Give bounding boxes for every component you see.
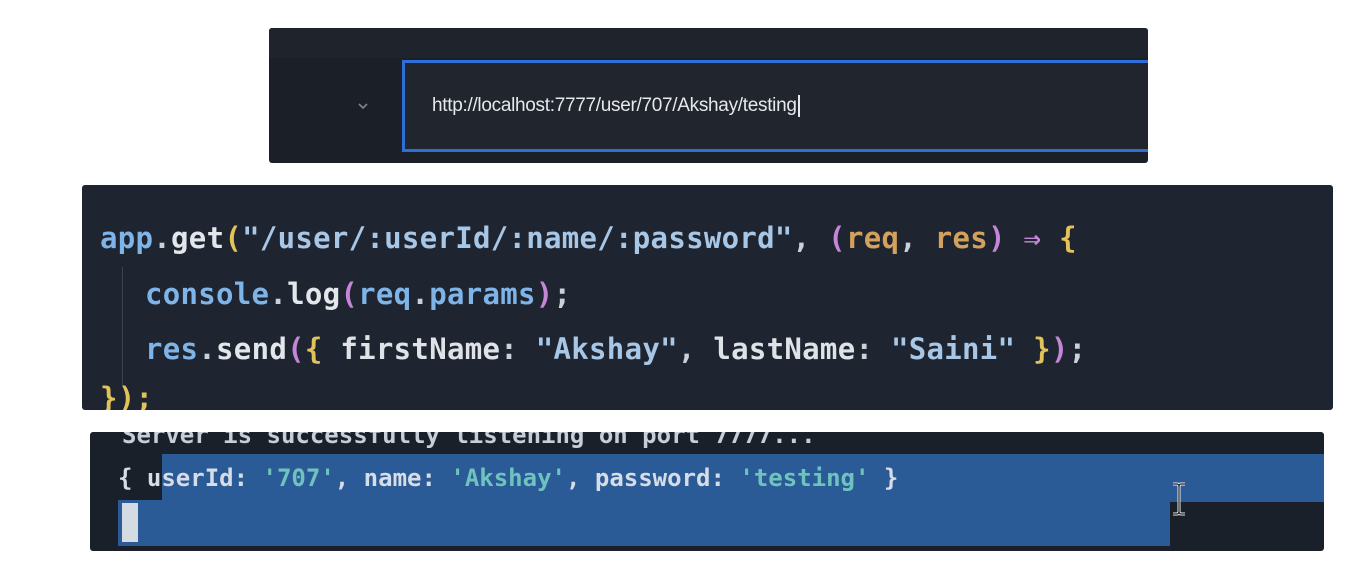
code-line-3: res.send({ firstName: "Akshay", lastName…	[145, 332, 1086, 366]
token-semicolon: ;	[1068, 332, 1087, 366]
token-key: firstName	[340, 332, 501, 366]
token-comma: ,	[677, 332, 714, 366]
token-obj: app	[100, 221, 154, 255]
token-string: "Saini"	[890, 332, 1016, 366]
code-line-2: console.log(req.params);	[145, 277, 571, 311]
token-string: '707'	[262, 464, 335, 492]
token-obj: req	[358, 277, 412, 311]
token-colon: :	[233, 464, 263, 492]
token-brace: }	[1015, 332, 1051, 366]
token-colon: :	[710, 464, 740, 492]
token-key: userId	[146, 464, 234, 492]
token-brace: }	[869, 464, 899, 492]
chevron-down-icon[interactable]	[355, 98, 371, 114]
token-paren: )	[535, 277, 554, 311]
text-cursor-icon	[1173, 482, 1185, 516]
code-line-1: app.get("/user/:userId/:name/:password",…	[100, 221, 1077, 255]
request-url-panel: http://localhost:7777/user/707/Akshay/te…	[269, 28, 1148, 163]
token-dot: .	[269, 277, 288, 311]
token-brace: {	[304, 332, 341, 366]
token-brace: {	[1059, 221, 1077, 255]
token-comma: ,	[792, 221, 829, 255]
token-paren: (	[224, 221, 243, 255]
token-key: password	[594, 464, 711, 492]
token-dot: .	[198, 332, 217, 366]
code-line-4: });	[100, 381, 154, 410]
token-comma: ,	[565, 464, 595, 492]
text-selection	[118, 500, 1170, 546]
token-paren: (	[287, 332, 305, 366]
token-dot: .	[153, 221, 172, 255]
token-param-req: req	[845, 221, 900, 255]
text-caret	[797, 95, 800, 117]
token-colon: :	[421, 464, 451, 492]
token-string: "Akshay"	[535, 332, 678, 366]
token-comma: ,	[899, 221, 935, 255]
url-input[interactable]: http://localhost:7777/user/707/Akshay/te…	[402, 60, 1148, 152]
token-obj: res	[145, 332, 199, 366]
code-editor[interactable]: app.get("/user/:userId/:name/:password",…	[82, 185, 1333, 410]
token-arrow: ⇒	[1005, 221, 1060, 255]
token-prop: params	[429, 277, 536, 311]
token-string: 'testing'	[739, 464, 870, 492]
terminal-line-params: { userId: '707', name: 'Akshay', passwor…	[118, 464, 898, 492]
token-paren: (	[828, 221, 846, 255]
token-paren: (	[340, 277, 359, 311]
token-semicolon: ;	[553, 277, 572, 311]
token-param-res: res	[934, 221, 989, 255]
token-obj: console	[145, 277, 270, 311]
token-method: send	[216, 332, 288, 366]
token-key: name	[363, 464, 422, 492]
token-method: log	[287, 277, 341, 311]
url-text[interactable]: http://localhost:7777/user/707/Akshay/te…	[432, 95, 797, 117]
token-route-string: "/user/:userId/:name/:password"	[242, 221, 793, 255]
token-paren: )	[1050, 332, 1069, 366]
token-string: 'Akshay'	[450, 464, 566, 492]
terminal-line-server-log: Server is successfully listening on port…	[122, 432, 816, 449]
token-paren: )	[988, 221, 1006, 255]
token-colon: :	[500, 332, 536, 366]
terminal-block-cursor	[122, 503, 138, 542]
terminal-panel[interactable]: Server is successfully listening on port…	[90, 432, 1324, 551]
token-key: lastName	[713, 332, 856, 366]
token-colon: :	[855, 332, 891, 366]
token-brace: {	[118, 464, 147, 492]
toolbar-band	[269, 28, 1148, 58]
token-comma: ,	[334, 464, 364, 492]
indent-guide	[122, 267, 123, 385]
token-method: get	[171, 221, 225, 255]
token-dot: .	[411, 277, 430, 311]
